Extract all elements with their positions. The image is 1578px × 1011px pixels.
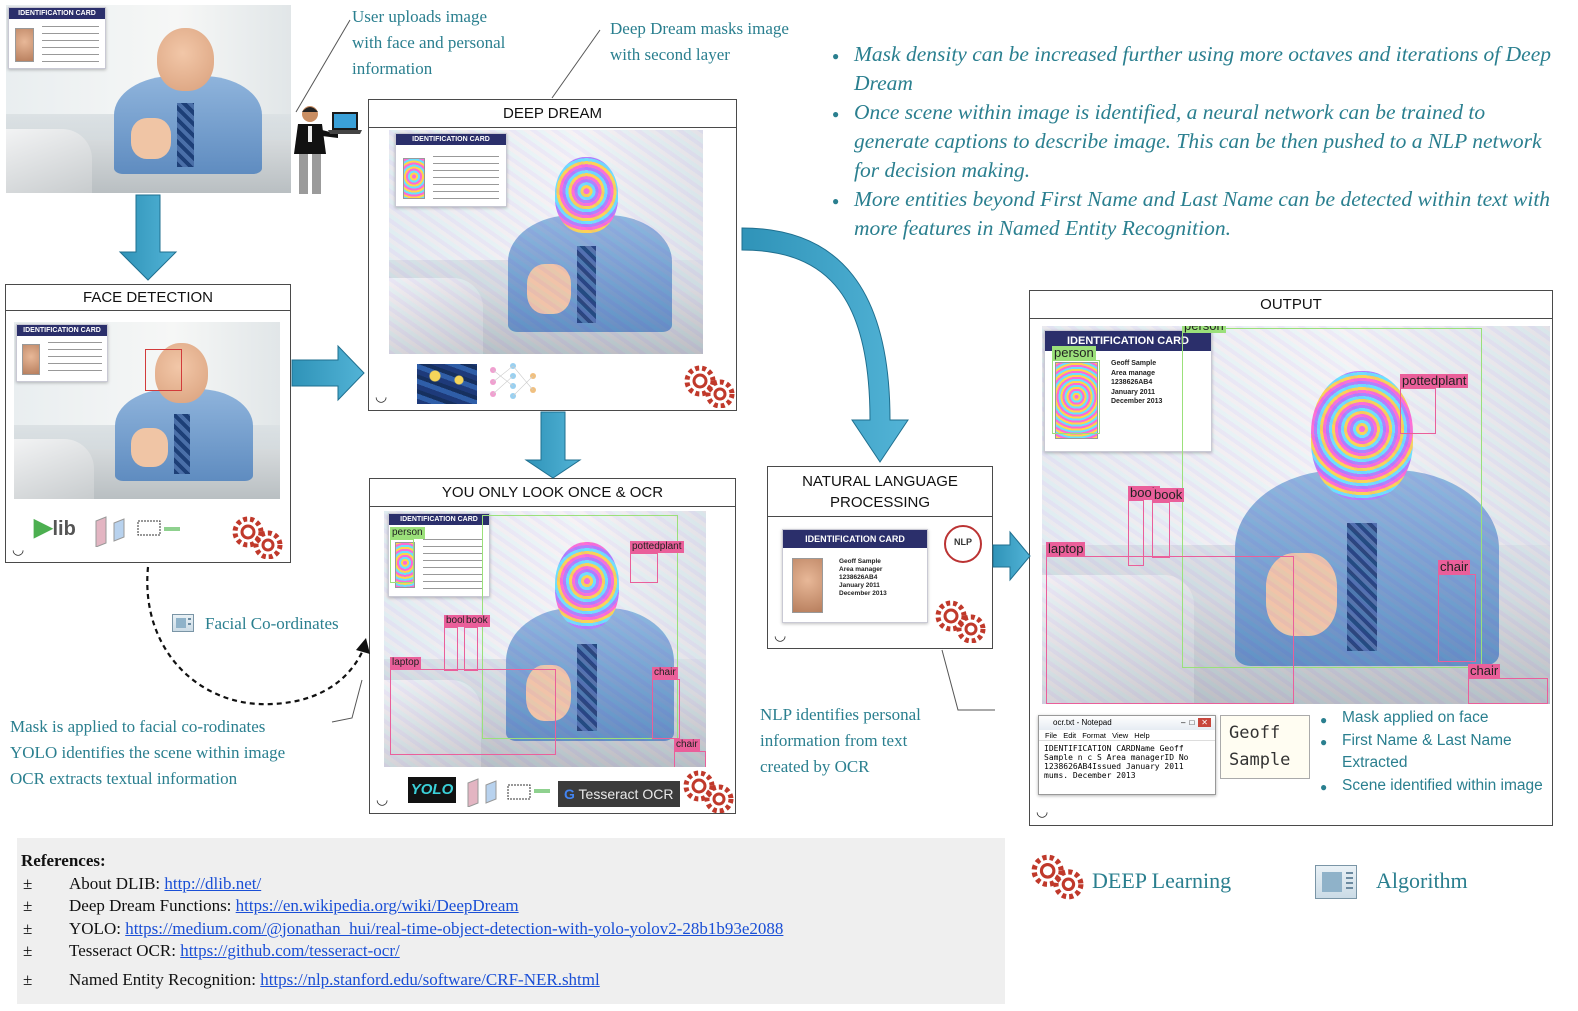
detection-box-chair: chair <box>652 667 680 739</box>
arrow-nlp-to-output <box>992 530 1031 582</box>
leader-upload <box>295 19 351 113</box>
dashed-arrow-head <box>356 638 370 654</box>
detection-box-laptop: laptop <box>390 657 556 755</box>
id-card-thumbnail: IDENTIFICATION CARD <box>8 7 106 69</box>
detection-box-chair: chair <box>674 739 706 767</box>
leader-deep-dream <box>551 29 601 99</box>
detection-box-laptop: laptop <box>1046 542 1294 704</box>
arrow-face-to-dream <box>291 344 365 402</box>
leader-nlp <box>941 649 995 711</box>
detection-box-person-card: person <box>390 527 425 583</box>
id-card-thumbnail: IDENTIFICATION CARD <box>16 324 108 382</box>
dashed-arrow-facial-coords <box>146 566 366 706</box>
id-card-full: IDENTIFICATION CARD Geoff Sample Area ma… <box>782 529 928 623</box>
id-card-values: Geoff Sample Area manage 1238626AB4 Janu… <box>1111 360 1163 405</box>
detection-box-person-card: person <box>1052 346 1100 434</box>
detection-box-chair: chair <box>1438 560 1476 662</box>
face-bounding-box <box>145 349 182 391</box>
detection-box-book: book <box>464 615 490 671</box>
detection-box-book: book <box>1152 488 1185 558</box>
detection-box-pottedplant: pottedplant <box>1400 374 1469 434</box>
detection-box-book: book <box>444 615 470 671</box>
detection-box-chair: chair <box>1468 664 1548 704</box>
arrow-upload-to-face <box>118 194 178 281</box>
arrow-dream-to-yolo <box>524 411 582 479</box>
arrow-dream-to-nlp <box>741 227 909 463</box>
id-card-values: Geoff Sample Area manager 1238626AB4 Jan… <box>839 558 887 597</box>
leader-mask-notes <box>331 679 363 723</box>
detection-box-pottedplant: pottedplant <box>630 541 684 583</box>
id-card-thumbnail: IDENTIFICATION CARD <box>395 133 507 207</box>
